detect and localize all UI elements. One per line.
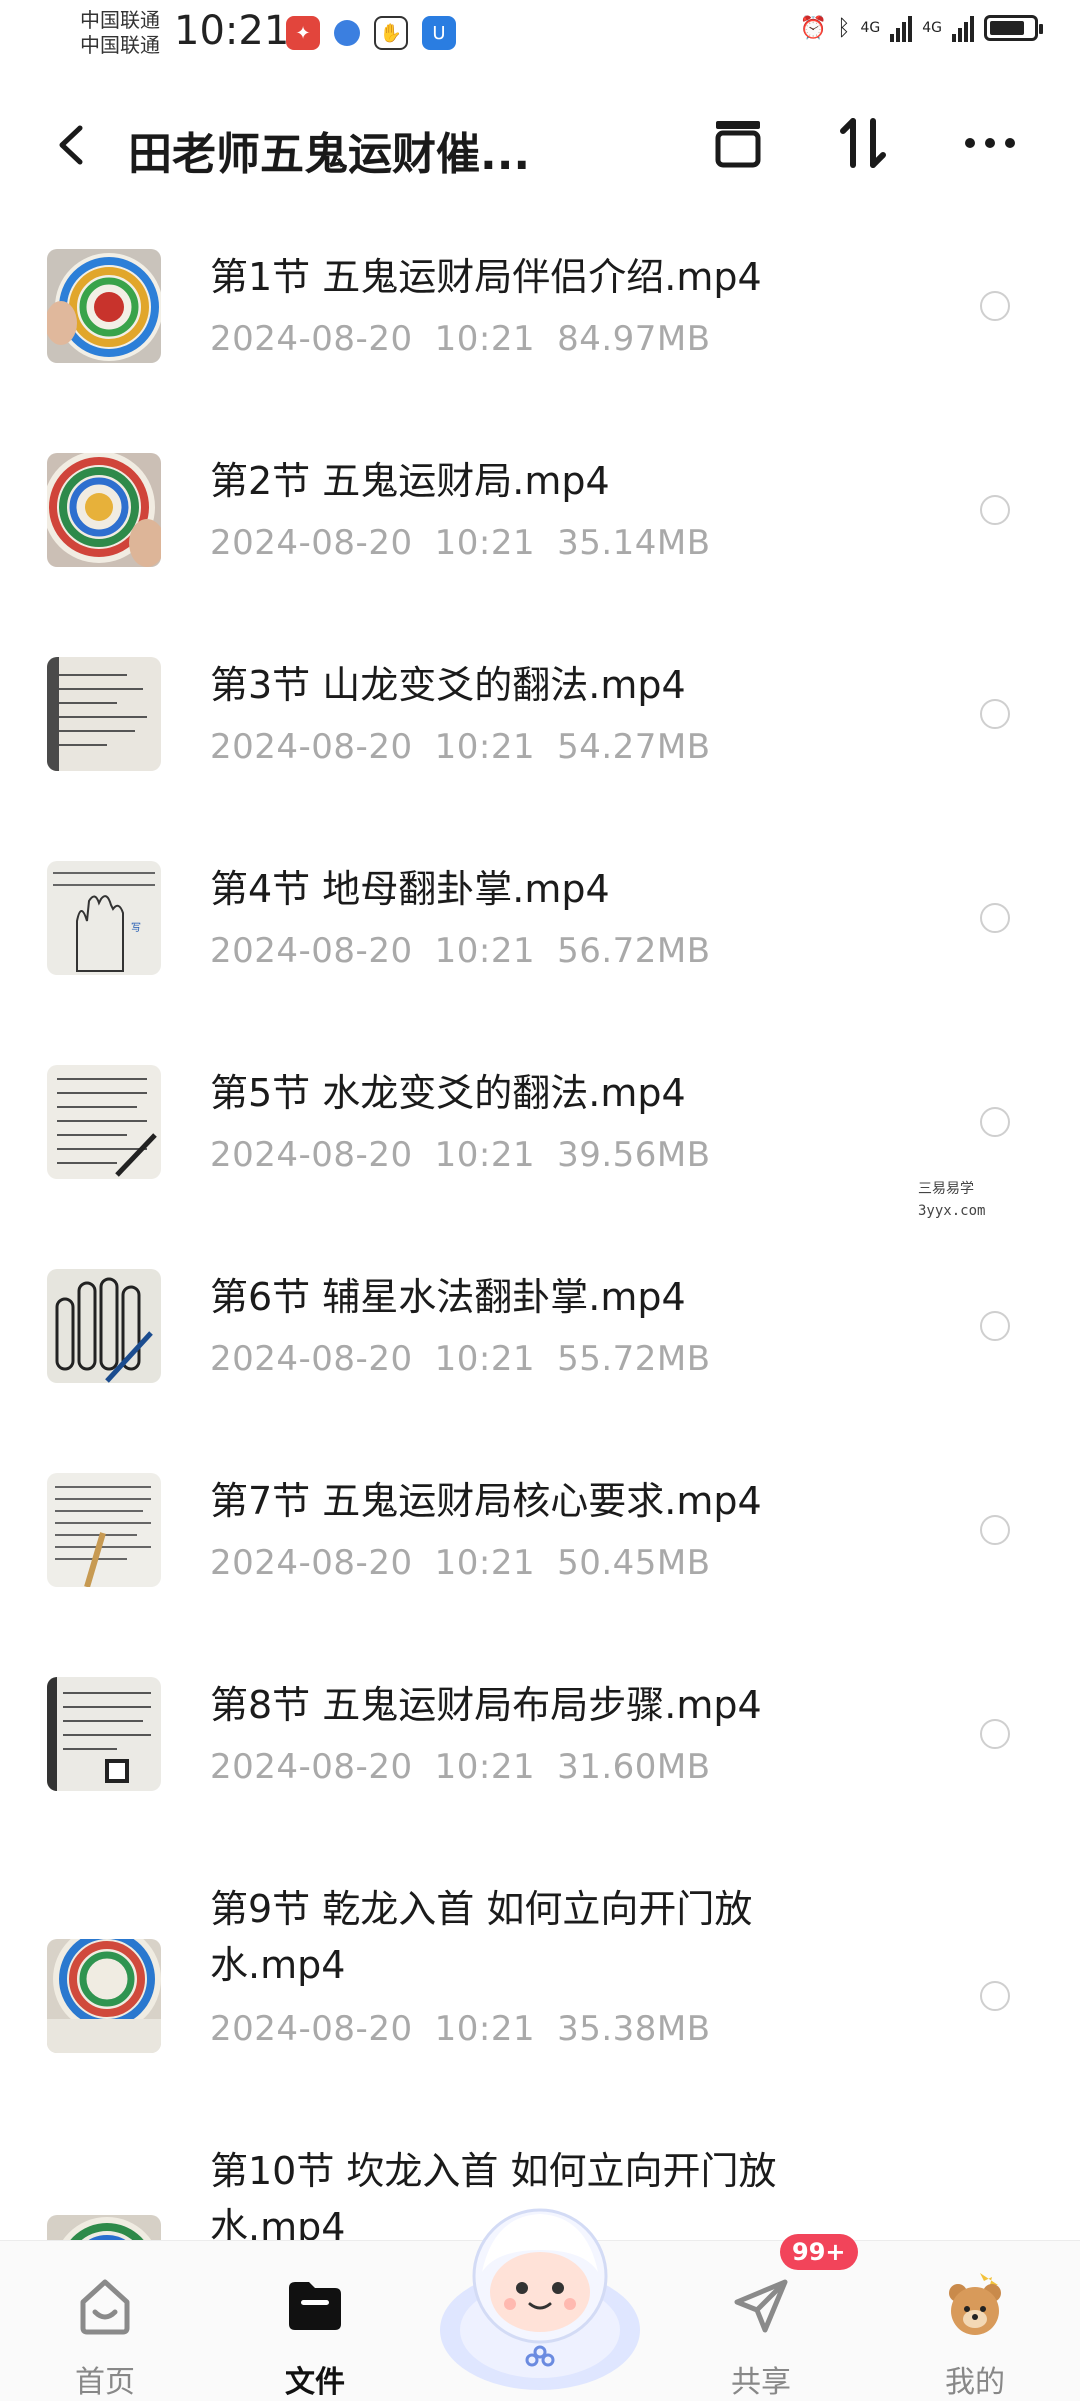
signal-icon-2 xyxy=(952,14,974,42)
video-thumbnail xyxy=(47,1939,161,2053)
file-name: 第1节 五鬼运财局伴侣介绍.mp4 xyxy=(210,255,762,299)
file-name: 第8节 五鬼运财局布局步骤.mp4 xyxy=(210,1683,762,1727)
file-meta: 2024-08-20 10:21 31.60MB xyxy=(210,1747,711,1787)
file-name: 第6节 辅星水法翻卦掌.mp4 xyxy=(210,1275,686,1319)
share-count-badge: 99+ xyxy=(780,2234,858,2270)
top-app-bar: 田老师五鬼运财催... xyxy=(0,90,1080,200)
back-button[interactable] xyxy=(48,120,98,170)
file-name: 第2节 五鬼运财局.mp4 xyxy=(210,459,610,503)
mascot-icon xyxy=(440,2208,640,2390)
file-meta: 2024-08-20 10:21 55.72MB xyxy=(210,1339,711,1379)
mascot-button[interactable] xyxy=(434,2180,646,2390)
hand-notification-icon: ✋ xyxy=(374,16,408,50)
file-name: 第3节 山龙变爻的翻法.mp4 xyxy=(210,663,686,707)
status-right: ⏰ ᛒ 4G 4G xyxy=(799,14,1043,42)
video-thumbnail xyxy=(47,1065,161,1179)
archive-box-icon xyxy=(715,121,761,168)
select-radio[interactable] xyxy=(980,1311,1010,1341)
file-meta: 2024-08-20 10:21 56.72MB xyxy=(210,931,711,971)
select-radio[interactable] xyxy=(980,1981,1010,2011)
file-row[interactable]: 第8节 五鬼运财局布局步骤.mp4 2024-08-20 10:21 31.60MB xyxy=(0,1653,1080,1857)
browser-notification-icon xyxy=(334,20,360,46)
file-row[interactable]: 第3节 山龙变爻的翻法.mp4 2024-08-20 10:21 54.27MB xyxy=(0,633,1080,837)
file-name: 第5节 水龙变爻的翻法.mp4 xyxy=(210,1071,686,1115)
select-radio[interactable] xyxy=(980,1107,1010,1137)
nav-label: 首页 xyxy=(75,2365,135,2400)
nav-files[interactable]: 文件 xyxy=(240,2241,390,2401)
file-meta: 2024-08-20 10:21 35.38MB xyxy=(210,2009,711,2049)
file-name: 第7节 五鬼运财局核心要求.mp4 xyxy=(210,1479,762,1523)
video-thumbnail xyxy=(47,1473,161,1587)
battery-icon xyxy=(984,15,1043,41)
signal-icon-1 xyxy=(890,14,913,42)
select-radio[interactable] xyxy=(980,903,1010,933)
alarm-icon: ⏰ xyxy=(799,15,828,41)
home-icon xyxy=(70,2271,140,2341)
file-name: 第9节 乾龙入首 如何立向开门放水.mp4 xyxy=(210,1887,753,1987)
archive-button[interactable] xyxy=(703,108,773,178)
video-thumbnail xyxy=(47,1269,161,1383)
file-name: 第4节 地母翻卦掌.mp4 xyxy=(210,867,610,911)
watermark: 三易易学 3yyx.com xyxy=(918,1181,986,1219)
select-radio[interactable] xyxy=(980,291,1010,321)
file-row[interactable]: 第9节 乾龙入首 如何立向开门放水.mp4 2024-08-20 10:21 35.… xyxy=(0,1857,1080,2119)
select-radio[interactable] xyxy=(980,495,1010,525)
status-bar: 中国联通 中国联通 10:21 ✦ ✋ U ⏰ ᛒ 4G 4G xyxy=(0,0,1080,70)
bluetooth-icon: ᛒ xyxy=(837,15,851,41)
video-thumbnail xyxy=(47,249,161,363)
network-label-1: 4G xyxy=(860,20,881,36)
file-list: 第1节 五鬼运财局伴侣介绍.mp4 2024-08-20 10:21 84.97MB… xyxy=(0,225,1080,2329)
file-meta: 2024-08-20 10:21 54.27MB xyxy=(210,727,711,767)
video-thumbnail xyxy=(47,453,161,567)
select-radio[interactable] xyxy=(980,1719,1010,1749)
send-icon xyxy=(726,2271,796,2341)
more-button[interactable] xyxy=(955,108,1025,178)
profile-bear-icon xyxy=(940,2271,1010,2341)
file-row[interactable]: 第6节 辅星水法翻卦掌.mp4 2024-08-20 10:21 55.72MB xyxy=(0,1245,1080,1449)
select-radio[interactable] xyxy=(980,1515,1010,1545)
back-arrow-icon xyxy=(59,125,83,165)
file-row[interactable]: 第7节 五鬼运财局核心要求.mp4 2024-08-20 10:21 50.45MB xyxy=(0,1449,1080,1653)
video-thumbnail xyxy=(47,657,161,771)
status-time: 10:21 xyxy=(174,8,290,54)
network-label-2: 4G xyxy=(922,20,942,36)
app-notification-icon: ✦ xyxy=(286,16,320,50)
nav-label: 文件 xyxy=(285,2365,345,2400)
file-row[interactable]: 第1节 五鬼运财局伴侣介绍.mp4 2024-08-20 10:21 84.97MB xyxy=(0,225,1080,429)
notification-icons: ✦ ✋ U xyxy=(286,16,456,50)
nav-home[interactable]: 首页 xyxy=(30,2241,180,2401)
video-thumbnail xyxy=(47,1677,161,1791)
shield-notification-icon: U xyxy=(422,16,456,50)
sort-icon xyxy=(840,118,886,168)
svg-text:写: 写 xyxy=(131,922,141,934)
file-meta: 2024-08-20 10:21 35.14MB xyxy=(210,523,711,563)
file-meta: 2024-08-20 10:21 84.97MB xyxy=(210,319,711,359)
select-radio[interactable] xyxy=(980,699,1010,729)
nav-profile[interactable]: 我的 xyxy=(900,2241,1050,2401)
carrier-1: 中国联通 xyxy=(80,8,160,32)
page-title: 田老师五鬼运财催... xyxy=(128,129,531,180)
file-row[interactable]: 第2节 五鬼运财局.mp4 2024-08-20 10:21 35.14MB xyxy=(0,429,1080,633)
file-row[interactable]: 写 第4节 地母翻卦掌.mp4 2024-08-20 10:21 56.72MB xyxy=(0,837,1080,1041)
carrier-labels: 中国联通 中国联通 xyxy=(80,8,160,58)
video-thumbnail: 写 xyxy=(47,861,161,975)
folder-icon xyxy=(280,2271,350,2341)
nav-label: 共享 xyxy=(731,2365,791,2400)
file-meta: 2024-08-20 10:21 39.56MB xyxy=(210,1135,711,1175)
nav-label: 我的 xyxy=(945,2365,1005,2400)
carrier-2: 中国联通 xyxy=(80,33,160,57)
more-icon xyxy=(965,138,1015,148)
file-meta: 2024-08-20 10:21 50.45MB xyxy=(210,1543,711,1583)
sort-button[interactable] xyxy=(828,108,898,178)
